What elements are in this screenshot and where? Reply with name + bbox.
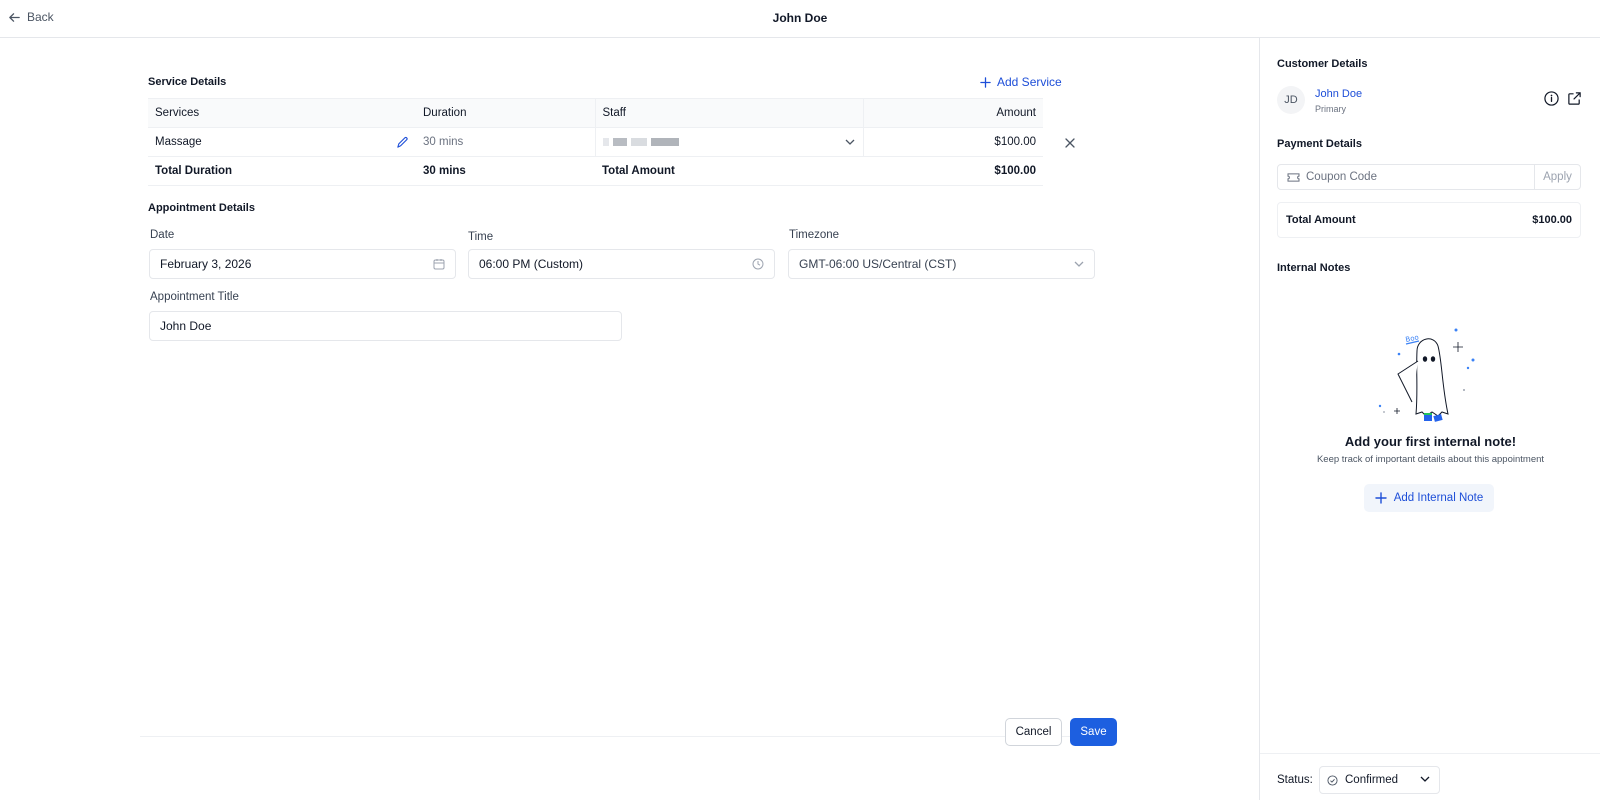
clock-icon bbox=[752, 258, 764, 270]
staff-select[interactable] bbox=[594, 127, 863, 157]
internal-notes-title: Internal Notes bbox=[1277, 262, 1351, 274]
customer-name-link[interactable]: John Doe bbox=[1315, 88, 1362, 100]
calendar-icon bbox=[433, 259, 445, 270]
payment-total: Total Amount $100.00 bbox=[1277, 202, 1581, 238]
payment-details-title: Payment Details bbox=[1277, 138, 1362, 150]
timezone-value: GMT-06:00 US/Central (CST) bbox=[799, 257, 957, 271]
column-header-services: Services bbox=[148, 98, 416, 128]
payment-total-label: Total Amount bbox=[1286, 214, 1356, 226]
staff-value-redacted bbox=[602, 136, 683, 148]
duration-cell: 30 mins bbox=[416, 127, 595, 157]
remove-service-icon[interactable] bbox=[1065, 138, 1075, 148]
svg-text:Boo: Boo bbox=[1405, 333, 1420, 344]
service-cell: Massage bbox=[148, 127, 416, 157]
status-bar: Status: Confirmed bbox=[1260, 753, 1600, 800]
status-label: Status: bbox=[1277, 774, 1313, 786]
table-header-row: Services Duration Staff Amount bbox=[148, 98, 1043, 128]
timezone-label: Timezone bbox=[789, 229, 840, 241]
table-total-row: Total Duration 30 mins Total Amount $100… bbox=[148, 156, 1043, 186]
date-input[interactable]: February 3, 2026 bbox=[149, 249, 456, 279]
sidebar-panel: Customer Details JD John Doe Primary Pay… bbox=[1259, 38, 1600, 800]
top-bar: Back John Doe bbox=[0, 0, 1600, 38]
main-panel: Service Details Add Service Services Dur… bbox=[0, 38, 1259, 800]
total-amount-value: $100.00 bbox=[863, 156, 1043, 186]
coupon-input[interactable]: Coupon Code bbox=[1278, 165, 1534, 189]
appointment-title-input[interactable]: John Doe bbox=[149, 311, 622, 341]
service-name: Massage bbox=[155, 136, 202, 148]
customer-details-title: Customer Details bbox=[1277, 58, 1368, 70]
check-circle-icon bbox=[1327, 774, 1338, 786]
pencil-icon[interactable] bbox=[396, 136, 409, 149]
appointment-title-label: Appointment Title bbox=[150, 291, 239, 303]
customer-tag: Primary bbox=[1315, 104, 1346, 114]
chevron-down-icon bbox=[1420, 776, 1430, 782]
add-internal-note-label: Add Internal Note bbox=[1393, 492, 1484, 504]
add-service-label: Add Service bbox=[997, 75, 1062, 89]
column-header-amount: Amount bbox=[862, 98, 1043, 128]
apply-coupon-button[interactable]: Apply bbox=[1534, 165, 1580, 189]
chevron-down-icon bbox=[1074, 261, 1084, 267]
status-value: Confirmed bbox=[1345, 774, 1399, 786]
external-link-icon[interactable] bbox=[1567, 91, 1582, 106]
coupon-placeholder: Coupon Code bbox=[1306, 171, 1377, 183]
footer-divider bbox=[140, 736, 1117, 737]
appointment-title-value: John Doe bbox=[160, 319, 212, 333]
amount-cell: $100.00 bbox=[862, 127, 1043, 157]
column-header-duration: Duration bbox=[416, 98, 595, 128]
avatar: JD bbox=[1277, 86, 1305, 114]
timezone-select[interactable]: GMT-06:00 US/Central (CST) bbox=[788, 249, 1095, 279]
add-internal-note-button[interactable]: Add Internal Note bbox=[1364, 484, 1494, 512]
plus-icon bbox=[1375, 492, 1387, 504]
table-row: Massage 30 mins $100.00 bbox=[148, 127, 1043, 157]
ghost-illustration: Boo bbox=[1378, 328, 1475, 422]
payment-total-value: $100.00 bbox=[1532, 214, 1572, 226]
total-duration-value: 30 mins bbox=[416, 156, 595, 186]
date-value: February 3, 2026 bbox=[160, 257, 252, 271]
plus-icon bbox=[980, 76, 991, 88]
coupon-field: Coupon Code Apply bbox=[1277, 164, 1581, 190]
ticket-icon bbox=[1287, 172, 1300, 182]
status-select[interactable]: Confirmed bbox=[1319, 766, 1440, 794]
appointment-details-title: Appointment Details bbox=[148, 202, 255, 214]
chevron-down-icon bbox=[845, 139, 854, 145]
services-table: Services Duration Staff Amount Massage 3… bbox=[148, 98, 1043, 186]
cancel-button[interactable]: Cancel bbox=[1005, 718, 1062, 746]
date-label: Date bbox=[150, 229, 175, 241]
column-header-staff: Staff bbox=[594, 98, 863, 128]
save-button[interactable]: Save bbox=[1070, 718, 1117, 746]
total-amount-label: Total Amount bbox=[595, 156, 863, 186]
notes-empty-subtitle: Keep track of important details about th… bbox=[1316, 454, 1545, 465]
total-duration-label: Total Duration bbox=[148, 156, 416, 186]
notes-empty-title: Add your first internal note! bbox=[1344, 434, 1517, 449]
time-input[interactable]: 06:00 PM (Custom) bbox=[468, 249, 775, 279]
info-icon[interactable] bbox=[1544, 91, 1559, 106]
time-value: 06:00 PM (Custom) bbox=[479, 257, 584, 271]
add-service-button[interactable]: Add Service bbox=[980, 75, 1062, 89]
page-title: John Doe bbox=[772, 11, 828, 25]
time-label: Time bbox=[468, 231, 494, 243]
boo-sticker-icon: Boo bbox=[1405, 333, 1420, 345]
service-details-title: Service Details bbox=[148, 76, 227, 88]
